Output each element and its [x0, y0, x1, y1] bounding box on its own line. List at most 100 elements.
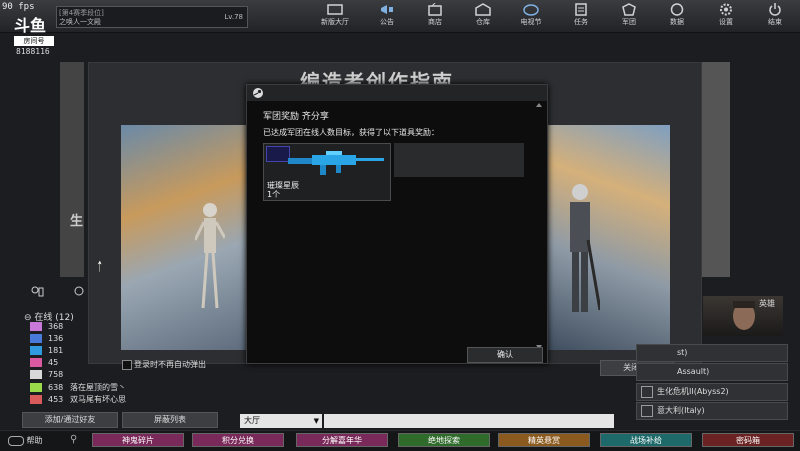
- friend-row[interactable]: 758: [30, 370, 70, 381]
- dialog-scrollbar[interactable]: [534, 101, 544, 351]
- nav-settings[interactable]: 设置: [709, 3, 743, 30]
- bottom-btn-explore[interactable]: 绝地探索: [398, 433, 490, 447]
- mode-item[interactable]: 生化危机II(Abyss2): [636, 383, 788, 401]
- nav-data[interactable]: 数据: [660, 3, 694, 30]
- no-popup-label: 登录时不再自动弹出: [134, 360, 206, 369]
- chevron-down-icon: ▼: [313, 417, 319, 425]
- mode-label: 生化危机II(Abyss2): [657, 387, 729, 396]
- friend-count: 45: [48, 358, 59, 367]
- data-icon: [670, 3, 684, 16]
- friend-name: 落在屋顶的雪丶: [70, 383, 126, 392]
- block-list-button[interactable]: 屏蔽列表: [122, 412, 218, 428]
- friends-icon: [31, 286, 44, 297]
- nav-label: 新版大厅: [321, 18, 349, 26]
- bottom-btn-shard[interactable]: 神鬼碎片: [92, 433, 184, 447]
- add-friend-button[interactable]: 添加/通过好友: [22, 412, 118, 428]
- mode-item[interactable]: Assault): [636, 363, 788, 381]
- nav-label: 结束: [768, 18, 782, 26]
- chat-input[interactable]: [324, 414, 614, 428]
- side-panel-right: [700, 62, 730, 277]
- face-icon: [733, 301, 755, 330]
- confirm-button[interactable]: 确认: [467, 347, 543, 363]
- search-icon[interactable]: ⚲: [70, 434, 77, 445]
- chat-channel-select[interactable]: 大厅 ▼: [240, 414, 322, 428]
- soldier-figure: [570, 184, 600, 312]
- nav-warehouse[interactable]: 仓库: [466, 3, 500, 30]
- bottom-btn-bounty[interactable]: 精英悬赏: [498, 433, 590, 447]
- friend-count: 181: [48, 346, 64, 355]
- shop-icon: [428, 3, 442, 16]
- channel-label: 大厅: [244, 416, 260, 425]
- bottom-btn-supply[interactable]: 战场补给: [600, 433, 692, 447]
- friend-row[interactable]: 368: [30, 322, 70, 333]
- guide-art-left: [121, 125, 248, 350]
- settings-icon: [720, 3, 732, 16]
- avatar-icon: [30, 346, 42, 355]
- legion-icon: [622, 3, 636, 16]
- friend-count: 368: [48, 322, 64, 331]
- player-avatar: 英雄: [703, 296, 783, 336]
- empty-reward-slot: [394, 143, 524, 177]
- avatar-tag: 英雄: [759, 299, 775, 308]
- friend-row[interactable]: 181: [30, 346, 70, 357]
- dialog-header: [247, 85, 547, 101]
- tv-icon: [523, 4, 539, 16]
- avatar-icon: [30, 383, 42, 392]
- friend-name: 双马尾有坏心思: [70, 395, 126, 404]
- friend-row[interactable]: 453 双马尾有坏心思: [30, 394, 126, 405]
- mode-item[interactable]: 意大利(Italy): [636, 402, 788, 420]
- power-icon: [769, 3, 781, 16]
- reward-dialog: 军团奖励 齐分享 已达成军团在线人数目标，获得了以下道具奖励： 璀璨星辰 1个 …: [246, 84, 548, 364]
- nav-lobby[interactable]: 新版大厅: [318, 3, 352, 30]
- robot-figure: [195, 203, 225, 309]
- nav-shop[interactable]: 商店: [418, 3, 452, 30]
- dialog-message: 已达成军团在线人数目标，获得了以下道具奖励：: [263, 128, 439, 137]
- help-link[interactable]: 帮助: [8, 435, 43, 446]
- nav-label: 军团: [622, 18, 636, 26]
- mode-label: st): [677, 348, 688, 357]
- friend-row[interactable]: 45: [30, 358, 70, 369]
- player-name: 之唤人一文殿: [59, 18, 101, 26]
- avatar-icon: [30, 334, 42, 343]
- warehouse-icon: [475, 3, 491, 16]
- nav-label: 设置: [719, 18, 733, 26]
- platform-logo: 斗鱼: [14, 16, 47, 35]
- steam-icon: [253, 88, 263, 98]
- player-namebar: [第4赛季段位] 之唤人一文殿 Lv.78: [56, 6, 248, 28]
- nav-label: 任务: [574, 18, 588, 26]
- megaphone-icon: [381, 5, 393, 14]
- mode-label: 意大利(Italy): [657, 406, 705, 415]
- nav-task[interactable]: 任务: [564, 3, 598, 30]
- rifle-icon: [288, 151, 384, 175]
- friends-tab[interactable]: [30, 286, 50, 300]
- friend-count: 638: [48, 383, 64, 392]
- friend-row[interactable]: 136: [30, 334, 70, 345]
- nav-label: 数据: [670, 18, 684, 26]
- group-icon: [74, 286, 84, 296]
- mode-item[interactable]: st): [636, 344, 788, 362]
- left-heading: 生: [70, 214, 84, 229]
- nav-announce[interactable]: 公告: [370, 3, 404, 30]
- item-quantity: 1个: [267, 190, 281, 199]
- bottom-btn-lockbox[interactable]: 密码箱: [702, 433, 794, 447]
- nav-label: 电视节: [520, 18, 542, 26]
- dialog-title: 军团奖励 齐分享: [263, 112, 329, 122]
- toggle-icon: [8, 435, 24, 446]
- friend-row[interactable]: 638 落在屋顶的雪丶: [30, 382, 126, 393]
- reward-item[interactable]: 璀璨星辰 1个: [263, 143, 391, 201]
- lobby-icon: [327, 4, 343, 15]
- nav-tv[interactable]: 电视节: [514, 3, 548, 30]
- room-id: 8188116: [16, 47, 50, 56]
- fps-counter: 90 fps: [2, 2, 35, 12]
- group-tab[interactable]: [72, 286, 92, 300]
- room-label: 房间号: [14, 36, 54, 46]
- friend-count: 453: [48, 395, 64, 404]
- task-icon: [575, 3, 587, 16]
- nav-label: 商店: [428, 18, 442, 26]
- no-popup-checkbox[interactable]: [122, 360, 132, 370]
- bottom-btn-carnival[interactable]: 分解嘉年华: [296, 433, 388, 447]
- nav-exit[interactable]: 结束: [758, 3, 792, 30]
- nav-label: 公告: [380, 18, 394, 26]
- bottom-btn-points[interactable]: 积分兑换: [192, 433, 284, 447]
- nav-legion[interactable]: 军团: [612, 3, 646, 30]
